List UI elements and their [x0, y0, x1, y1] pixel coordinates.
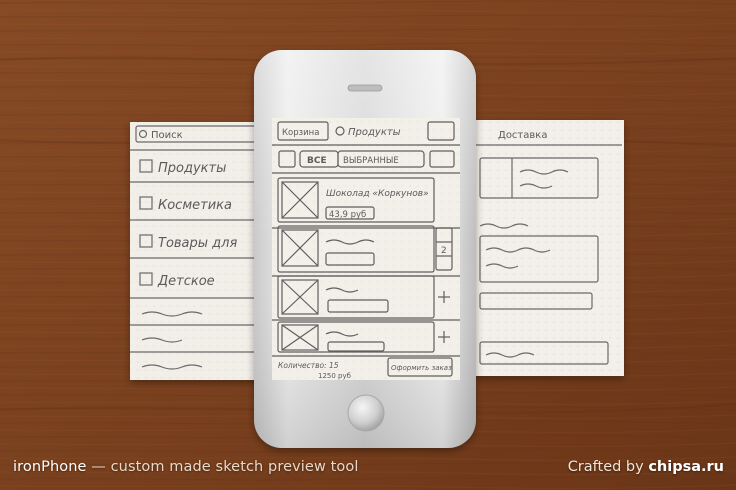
screen-tab-selected: ВЫБРАННЫЕ: [343, 156, 399, 166]
screen-tab-all: ВСЕ: [307, 156, 327, 166]
screen-product-price: 43,9 руб: [329, 210, 366, 220]
right-header-label: Доставка: [498, 130, 547, 141]
left-item-2: Косметика: [158, 198, 232, 213]
phone-speaker: [347, 84, 383, 92]
left-item-4: Детское: [157, 274, 215, 289]
screen-footer-button: Оформить заказ: [391, 364, 452, 372]
left-search-label: Поиск: [151, 130, 183, 141]
screen-qty: 2: [441, 246, 447, 256]
screen-footer-count: Количество: 15: [278, 361, 339, 370]
screen-footer-sum: 1250 руб: [318, 372, 351, 380]
left-item-3: Товары для: [158, 236, 237, 251]
screen-product-name: Шоколад «Коркунов»: [326, 189, 429, 199]
left-item-1: Продукты: [158, 161, 226, 176]
phone-home-button: [347, 394, 385, 432]
screen-header-cart: Корзина: [282, 128, 319, 138]
screen-header-title: Продукты: [348, 127, 401, 138]
photo-scene: Поиск Продукты Косметика Товары для Детс…: [0, 0, 736, 490]
